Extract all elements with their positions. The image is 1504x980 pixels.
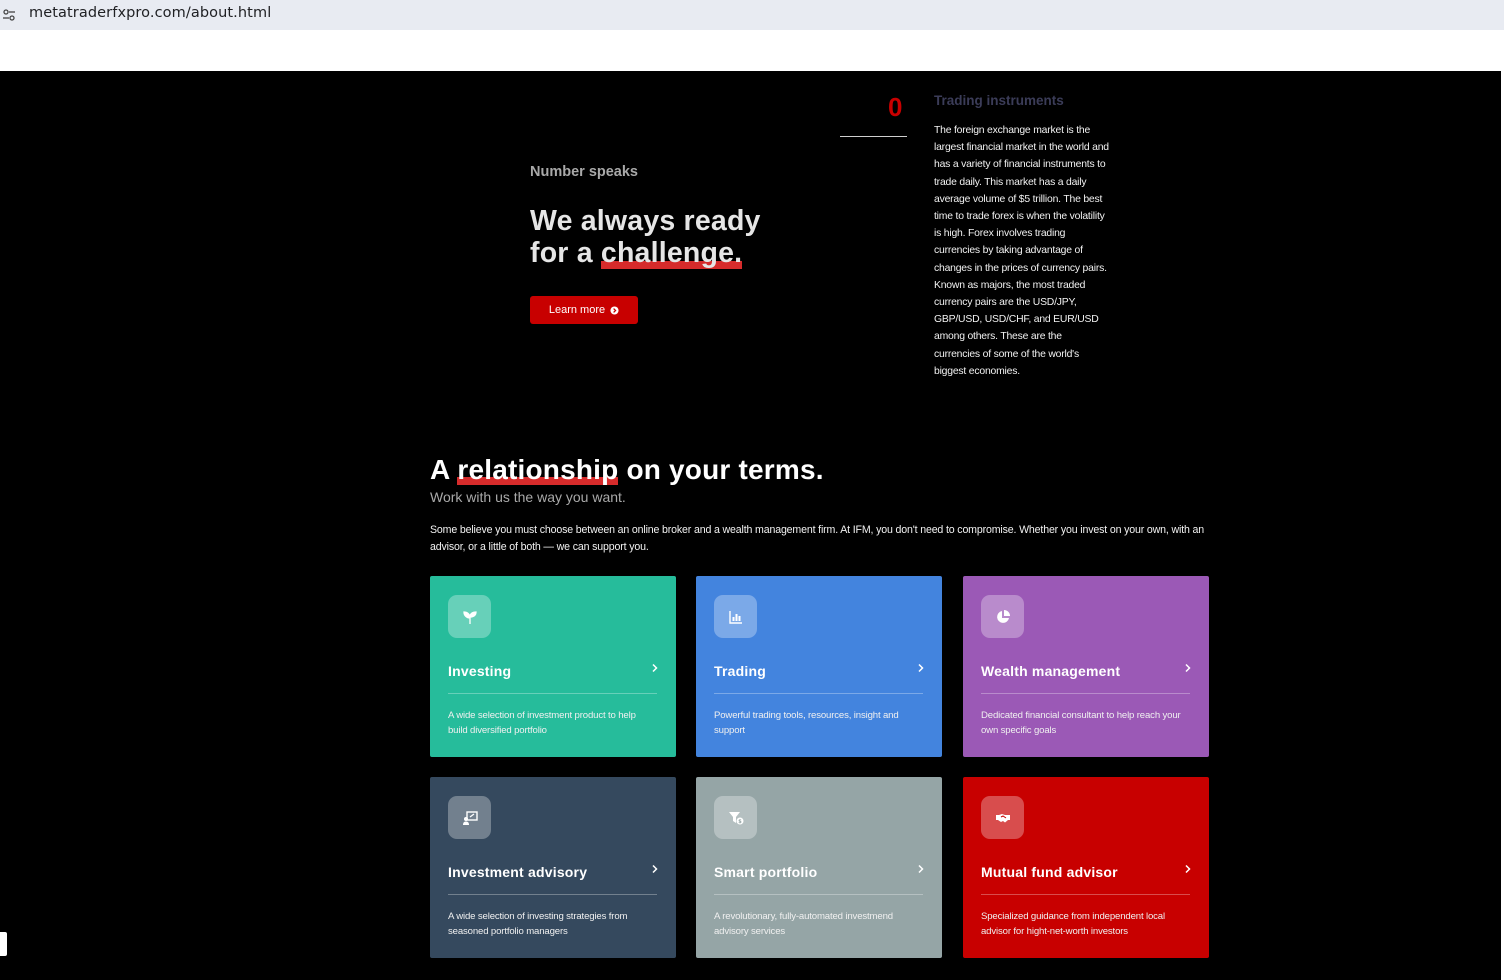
chevron-right-icon <box>918 663 924 673</box>
section-paragraph: Some believe you must choose between an … <box>430 524 1205 553</box>
browser-address-bar: metatraderfxpro.com/about.html <box>0 0 1504 30</box>
headline-highlight: challenge. <box>600 237 743 269</box>
section-title-post: on your terms. <box>618 454 824 485</box>
pie-chart-icon <box>981 595 1024 638</box>
headline-line2-pre: for a <box>530 237 601 269</box>
card-description: Powerful trading tools, resources, insig… <box>714 710 899 736</box>
card-divider <box>448 693 657 694</box>
card-trading[interactable]: Trading Powerful trading tools, resource… <box>696 576 942 757</box>
card-title: Investment advisory <box>448 864 588 880</box>
filter-dollar-icon: $ <box>714 796 757 839</box>
advisor-board-icon <box>448 796 491 839</box>
card-title: Mutual fund advisor <box>981 864 1118 880</box>
stat-description: The foreign exchange market is the large… <box>934 125 1109 377</box>
learn-more-label: Learn more <box>548 304 606 316</box>
card-divider <box>448 894 657 895</box>
url-text[interactable]: metatraderfxpro.com/about.html <box>29 5 271 21</box>
counter-divider <box>840 136 907 137</box>
handshake-icon <box>981 796 1024 839</box>
card-wealth-management[interactable]: Wealth management Dedicated financial co… <box>963 576 1209 757</box>
card-description: A wide selection of investment product t… <box>448 710 636 736</box>
card-description: A revolutionary, fully-automated investm… <box>714 911 893 937</box>
chevron-right-icon <box>1185 864 1191 874</box>
card-title: Wealth management <box>981 663 1121 679</box>
card-title: Investing <box>448 663 512 679</box>
counter-value: 0 <box>888 92 903 122</box>
card-divider <box>714 693 923 694</box>
section-title: A relationship on your terms. <box>430 454 824 486</box>
card-mutual-fund-advisor[interactable]: Mutual fund advisor Specialized guidance… <box>963 777 1209 958</box>
chevron-right-icon <box>1185 663 1191 673</box>
site-header <box>0 30 1504 71</box>
card-smart-portfolio[interactable]: $ Smart portfolio A revolutionary, fully… <box>696 777 942 958</box>
section-subtitle: Work with us the way you want. <box>430 489 626 505</box>
hero-headline: We always ready for a challenge. <box>530 205 761 269</box>
chevron-right-icon <box>918 864 924 874</box>
svg-text:$: $ <box>738 819 742 825</box>
chevron-right-icon <box>652 864 658 874</box>
card-investing[interactable]: Investing A wide selection of investment… <box>430 576 676 757</box>
card-description: Dedicated financial consultant to help r… <box>981 710 1181 736</box>
learn-more-button[interactable]: Learn more <box>530 296 638 324</box>
arrow-circle-icon <box>610 305 619 315</box>
hero-kicker: Number speaks <box>530 164 638 180</box>
seedling-icon <box>448 595 491 638</box>
headline-line1: We always ready <box>530 205 761 237</box>
card-description: A wide selection of investing strategies… <box>448 911 628 937</box>
card-title: Smart portfolio <box>714 864 818 880</box>
tune-icon[interactable] <box>2 8 16 22</box>
card-description: Specialized guidance from independent lo… <box>981 911 1165 937</box>
card-divider <box>714 894 923 895</box>
side-tab[interactable] <box>0 932 7 956</box>
chart-bar-icon <box>714 595 757 638</box>
section-title-highlight: relationship <box>457 454 619 485</box>
card-divider <box>981 894 1190 895</box>
section-title-pre: A <box>430 454 458 485</box>
card-divider <box>981 693 1190 694</box>
card-investment-advisory[interactable]: Investment advisory A wide selection of … <box>430 777 676 958</box>
stat-title: Trading instruments <box>934 93 1064 108</box>
chevron-right-icon <box>652 663 658 673</box>
card-title: Trading <box>714 663 766 679</box>
